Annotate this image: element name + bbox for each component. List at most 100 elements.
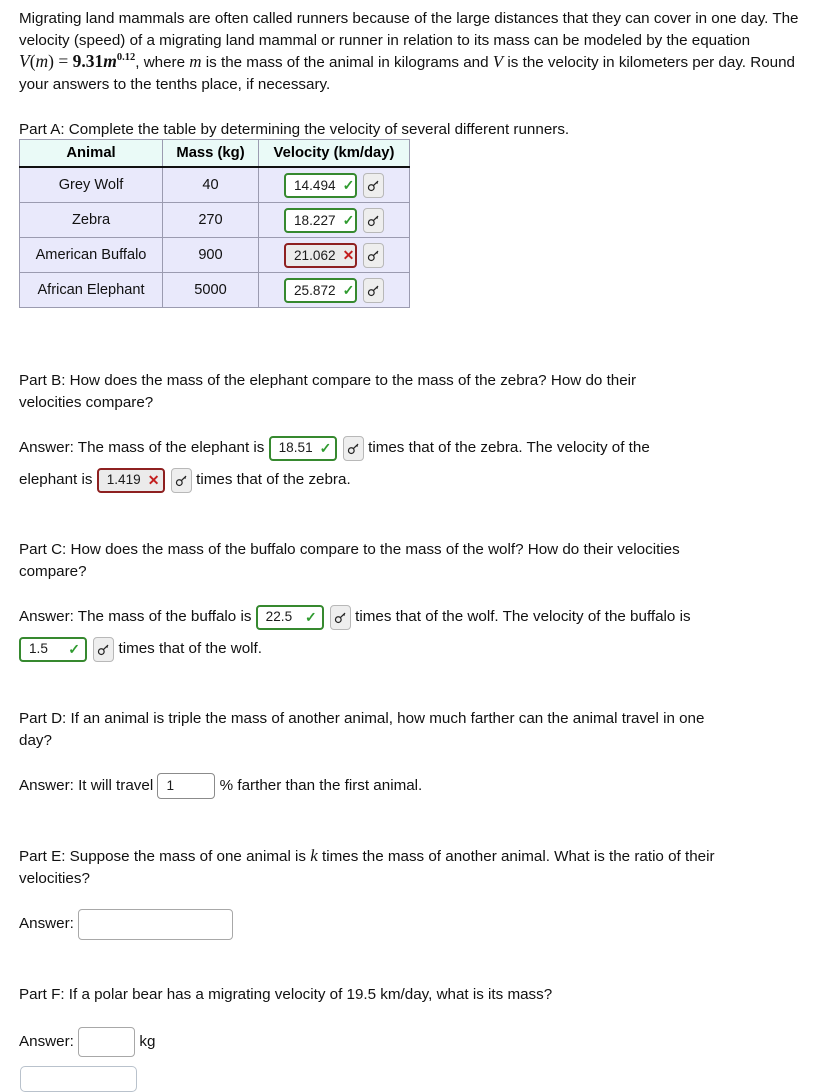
part-c-velocity-ratio-input[interactable]: 1.5 ✓ (19, 637, 87, 662)
cell-animal-velocity: 14.494 ✓ (259, 167, 410, 203)
part-b-prompt: Part B: How does the mass of the elephan… (19, 370, 679, 413)
part-f-mass-input[interactable] (78, 1027, 135, 1057)
table-row: Grey Wolf 40 14.494 ✓ (20, 167, 410, 203)
variable-k: k (310, 846, 318, 865)
part-c-mid-text: times that of the wolf. The velocity of … (355, 608, 690, 625)
correct-check-icon: ✓ (305, 610, 317, 624)
intro-text-part1: Migrating land mammals are often called … (19, 10, 799, 49)
equation-function-name: V (19, 51, 30, 71)
cell-animal-mass: 900 (163, 238, 259, 273)
part-c-velocity-ratio-value: 1.5 (29, 633, 61, 665)
velocity-input-african-elephant[interactable]: 25.872 ✓ (284, 278, 357, 303)
key-icon-button-part-b-mass[interactable] (343, 436, 364, 461)
key-icon-button-zebra[interactable] (363, 208, 384, 233)
velocity-input-zebra[interactable]: 18.227 ✓ (284, 208, 357, 233)
table-header-row: Animal Mass (kg) Velocity (km/day) (20, 140, 410, 168)
cell-animal-velocity: 18.227 ✓ (259, 203, 410, 238)
table-row: American Buffalo 900 21.062 ✕ (20, 238, 410, 273)
column-header-mass: Mass (kg) (163, 140, 259, 168)
key-icon (367, 179, 380, 192)
part-d-percent-input[interactable]: 1 (157, 773, 215, 799)
submit-button-partial[interactable] (20, 1066, 137, 1092)
part-e-answer-line: Answer: (19, 908, 809, 940)
variable-v: V (493, 52, 503, 71)
part-c-answer-line-2: 1.5 ✓ times that of the wolf. (19, 633, 809, 665)
cell-animal-name: Zebra (20, 203, 163, 238)
part-b-mid-text: times that of the zebra. The velocity of… (368, 439, 650, 456)
column-header-animal: Animal (20, 140, 163, 168)
correct-check-icon: ✓ (320, 441, 332, 455)
part-d-percent-value: 1 (166, 770, 209, 802)
intro-paragraph: Migrating land mammals are often called … (19, 8, 805, 95)
key-icon-button-grey-wolf[interactable] (363, 173, 384, 198)
cell-animal-velocity: 25.872 ✓ (259, 273, 410, 308)
part-b-answer-prefix: Answer: The mass of the elephant is (19, 439, 264, 456)
part-c-prompt: Part C: How does the mass of the buffalo… (19, 539, 719, 582)
part-e-prompt-before: Part E: Suppose the mass of one animal i… (19, 848, 310, 865)
worksheet-page: Migrating land mammals are often called … (0, 0, 822, 1074)
part-d-answer-line: Answer: It will travel 1 % farther than … (19, 770, 809, 802)
part-b-line2-prefix: elephant is (19, 471, 92, 488)
part-a-prompt: Part A: Complete the table by determinin… (19, 119, 809, 141)
correct-check-icon: ✓ (343, 178, 355, 192)
part-c-mass-ratio-input[interactable]: 22.5 ✓ (256, 605, 324, 630)
key-icon (175, 474, 188, 487)
key-icon (347, 442, 360, 455)
equation-paren-close: ) (48, 51, 54, 71)
part-b-mass-ratio-value: 18.51 (279, 432, 313, 464)
part-c-suffix: times that of the wolf. (118, 640, 262, 657)
key-icon-button-part-c-mass[interactable] (330, 605, 351, 630)
correct-check-icon: ✓ (68, 642, 80, 656)
part-b-velocity-ratio-input[interactable]: 1.419 ✕ (97, 468, 165, 493)
key-icon (97, 643, 110, 656)
part-d-prompt: Part D: If an animal is triple the mass … (19, 708, 719, 751)
cell-animal-velocity: 21.062 ✕ (259, 238, 410, 273)
velocity-input-value: 25.872 (294, 283, 336, 298)
equation-exponent: 0.12 (117, 52, 135, 63)
cell-animal-mass: 40 (163, 167, 259, 203)
velocity-input-value: 21.062 (294, 248, 336, 263)
part-c-answer-line-1: Answer: The mass of the buffalo is 22.5 … (19, 601, 809, 633)
velocity-input-value: 18.227 (294, 213, 336, 228)
part-b-velocity-ratio-value: 1.419 (107, 464, 141, 496)
incorrect-cross-icon: ✕ (148, 473, 160, 487)
cell-animal-mass: 270 (163, 203, 259, 238)
key-icon-button-part-c-velocity[interactable] (93, 637, 114, 662)
part-b-answer-line-2: elephant is 1.419 ✕ times that of the ze… (19, 464, 809, 496)
cell-animal-mass: 5000 (163, 273, 259, 308)
part-e-prompt: Part E: Suppose the mass of one animal i… (19, 845, 719, 889)
velocity-input-grey-wolf[interactable]: 14.494 ✓ (284, 173, 357, 198)
part-f-unit-label: kg (139, 1033, 155, 1050)
part-e-ratio-input[interactable] (78, 909, 233, 940)
cell-animal-name: African Elephant (20, 273, 163, 308)
velocity-equation: V(m) = 9.31m0.12 (19, 51, 135, 71)
part-c-answer-prefix: Answer: The mass of the buffalo is (19, 608, 251, 625)
key-icon (334, 611, 347, 624)
equation-argument: m (36, 51, 49, 71)
part-c-mass-ratio-value: 22.5 (266, 601, 298, 633)
cell-animal-name: American Buffalo (20, 238, 163, 273)
part-e-answer-prefix: Answer: (19, 915, 74, 932)
correct-check-icon: ✓ (343, 283, 355, 297)
key-icon-button-african-elephant[interactable] (363, 278, 384, 303)
part-b-mass-ratio-input[interactable]: 18.51 ✓ (269, 436, 337, 461)
key-icon (367, 284, 380, 297)
equation-coefficient: 9.31 (73, 51, 104, 71)
column-header-velocity: Velocity (km/day) (259, 140, 410, 168)
key-icon-button-part-b-velocity[interactable] (171, 468, 192, 493)
velocity-input-american-buffalo[interactable]: 21.062 ✕ (284, 243, 357, 268)
incorrect-cross-icon: ✕ (343, 248, 355, 262)
cell-animal-name: Grey Wolf (20, 167, 163, 203)
velocity-table: Animal Mass (kg) Velocity (km/day) Grey … (19, 139, 410, 308)
correct-check-icon: ✓ (343, 213, 355, 227)
equation-base: m (103, 51, 117, 71)
part-b-answer-line-1: Answer: The mass of the elephant is 18.5… (19, 432, 809, 464)
table-row: Zebra 270 18.227 ✓ (20, 203, 410, 238)
variable-m: m (189, 52, 201, 71)
key-icon (367, 249, 380, 262)
key-icon-button-american-buffalo[interactable] (363, 243, 384, 268)
intro-text-part2: , where (135, 54, 189, 71)
part-f-prompt: Part F: If a polar bear has a migrating … (19, 984, 719, 1006)
table-row: African Elephant 5000 25.872 ✓ (20, 273, 410, 308)
key-icon (367, 214, 380, 227)
